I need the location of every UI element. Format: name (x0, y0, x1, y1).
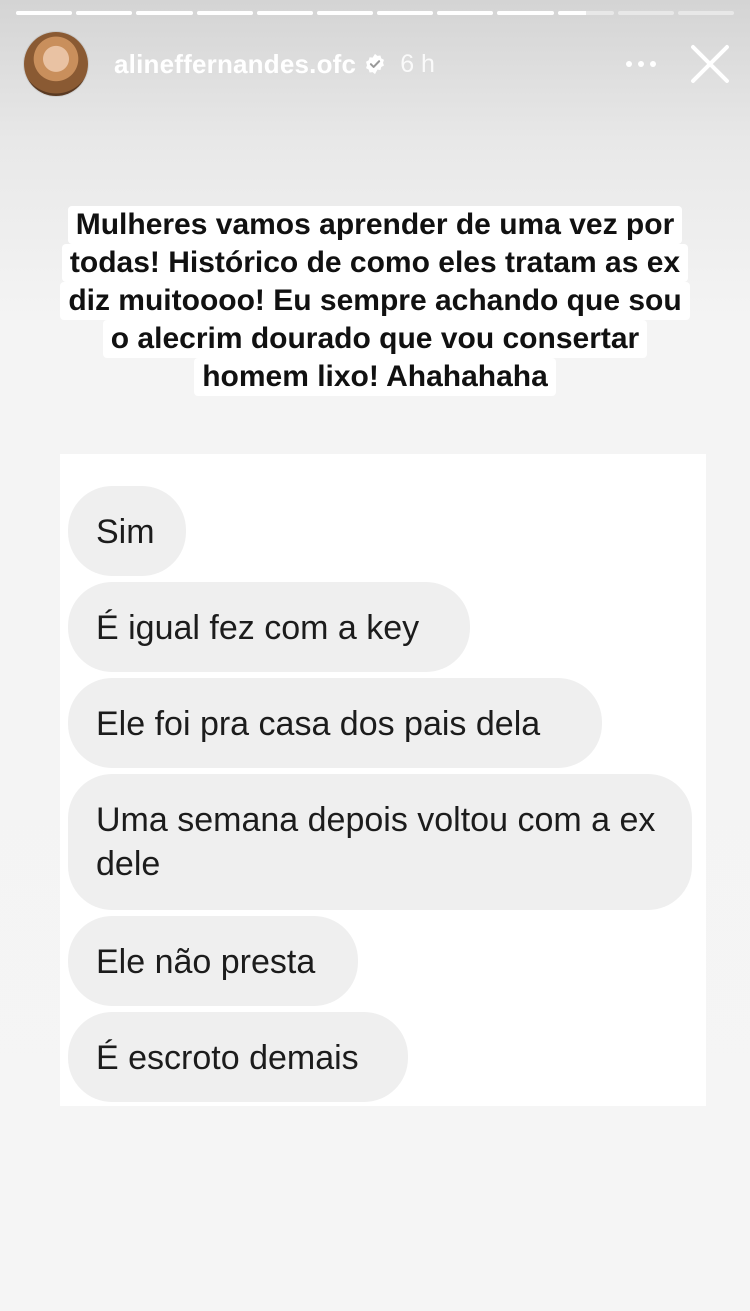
story-progress-segment (617, 11, 674, 15)
story-progress-segment (497, 11, 554, 15)
dot-icon (650, 61, 656, 67)
message-bubble: Uma semana depois voltou com a ex dele (68, 774, 692, 910)
caption-line: todas! Histórico de como eles tratam as … (61, 244, 689, 282)
caption-line: Mulheres vamos aprender de uma vez por (67, 206, 683, 244)
dot-icon (626, 61, 632, 67)
story-header: alineffernandes.ofc 6 h (24, 30, 732, 98)
story-progress-segment (677, 11, 735, 15)
story-progress-segment (437, 11, 494, 15)
story-progress-fill (316, 11, 374, 15)
story-progress-segment (16, 11, 73, 15)
message-bubble: Ele não presta (68, 916, 358, 1006)
story-progress-segment (76, 11, 133, 15)
story-progress-segment (316, 11, 374, 15)
story-progress-fill (136, 11, 193, 15)
message-bubble: Ele foi pra casa dos pais dela (68, 678, 602, 768)
username[interactable]: alineffernandes.ofc (114, 49, 356, 80)
message-bubble: Sim (68, 486, 186, 576)
dot-icon (638, 61, 644, 67)
story-progress-fill (437, 11, 494, 15)
close-icon[interactable] (688, 42, 732, 86)
story-progress-segment (256, 11, 313, 15)
message-bubble: É igual fez com a key (68, 582, 470, 672)
story-progress-fill (497, 11, 554, 15)
story-progress-fill (196, 11, 253, 15)
story-progress-fill (76, 11, 133, 15)
post-time: 6 h (400, 49, 435, 78)
more-options-button[interactable] (626, 61, 656, 67)
story-caption: Mulheres vamos aprender de uma vez por t… (0, 206, 750, 396)
caption-line: homem lixo! Ahahahaha (194, 358, 556, 396)
story-progress-fill (256, 11, 313, 15)
chat-screenshot: Sim É igual fez com a key Ele foi pra ca… (60, 454, 706, 1106)
avatar[interactable] (24, 32, 88, 96)
story-progress-fill (557, 11, 586, 15)
caption-line: o alecrim dourado que vou consertar (102, 320, 648, 358)
story-progress-segment (196, 11, 253, 15)
story-progress-fill (16, 11, 73, 15)
story-progress-segment (377, 11, 434, 15)
verified-badge-icon (364, 53, 386, 75)
story-progress-segment (557, 11, 614, 15)
story-progress-segment (136, 11, 193, 15)
caption-line: diz muitoooo! Eu sempre achando que sou (60, 282, 690, 320)
story-progress-bar (16, 11, 735, 15)
message-bubble: É escroto demais (68, 1012, 408, 1102)
story-progress-fill (377, 11, 434, 15)
